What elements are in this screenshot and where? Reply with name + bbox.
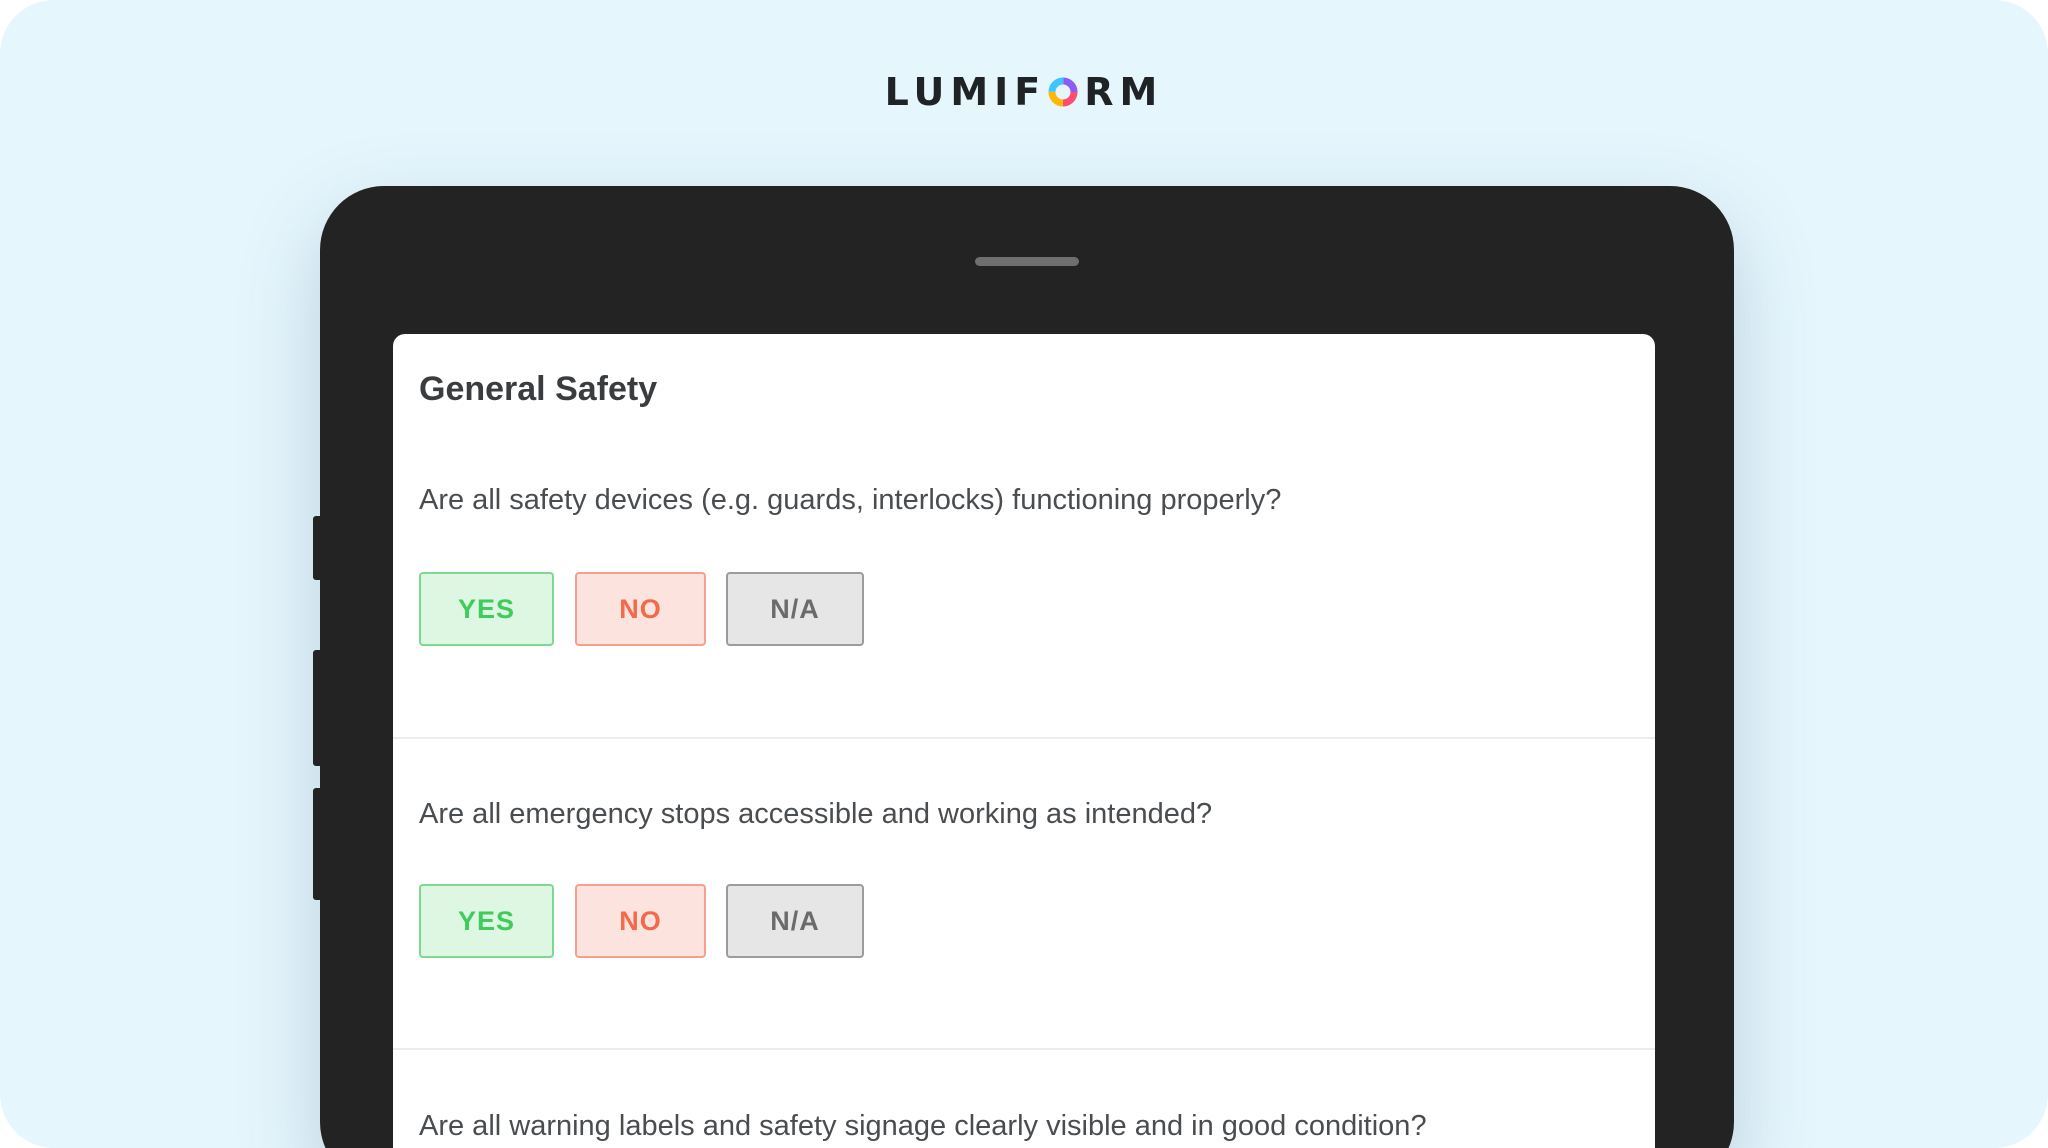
question-3-text: Are all warning labels and safety signag… <box>419 1110 1427 1142</box>
volume-up-button <box>313 516 321 580</box>
question-2-no-button[interactable]: NO <box>575 884 706 958</box>
question-1-yes-button[interactable]: YES <box>419 572 554 646</box>
question-2-text: Are all emergency stops accessible and w… <box>419 798 1213 830</box>
tablet-device: General Safety Are all safety devices (e… <box>313 186 1734 1148</box>
question-1-na-button[interactable]: N/A <box>726 572 864 646</box>
volume-down-button <box>313 650 321 766</box>
section-title: General Safety <box>419 370 658 408</box>
lumiform-logo: LUMIF RM <box>0 68 2048 116</box>
question-divider <box>393 737 1655 739</box>
power-button <box>313 788 321 900</box>
logo-text-end: RM <box>1084 70 1164 114</box>
logo-text-start: LUMIF <box>884 70 1047 114</box>
question-divider <box>393 1048 1655 1050</box>
page-background: LUMIF RM General Safety Are all safety d… <box>0 0 2048 1148</box>
question-1-no-button[interactable]: NO <box>575 572 706 646</box>
question-2-na-button[interactable]: N/A <box>726 884 864 958</box>
tablet-screen: General Safety Are all safety devices (e… <box>393 334 1655 1148</box>
question-2-yes-button[interactable]: YES <box>419 884 554 958</box>
tablet-speaker <box>975 257 1079 266</box>
question-1-text: Are all safety devices (e.g. guards, int… <box>419 484 1282 516</box>
logo-ring-icon <box>1048 77 1078 107</box>
